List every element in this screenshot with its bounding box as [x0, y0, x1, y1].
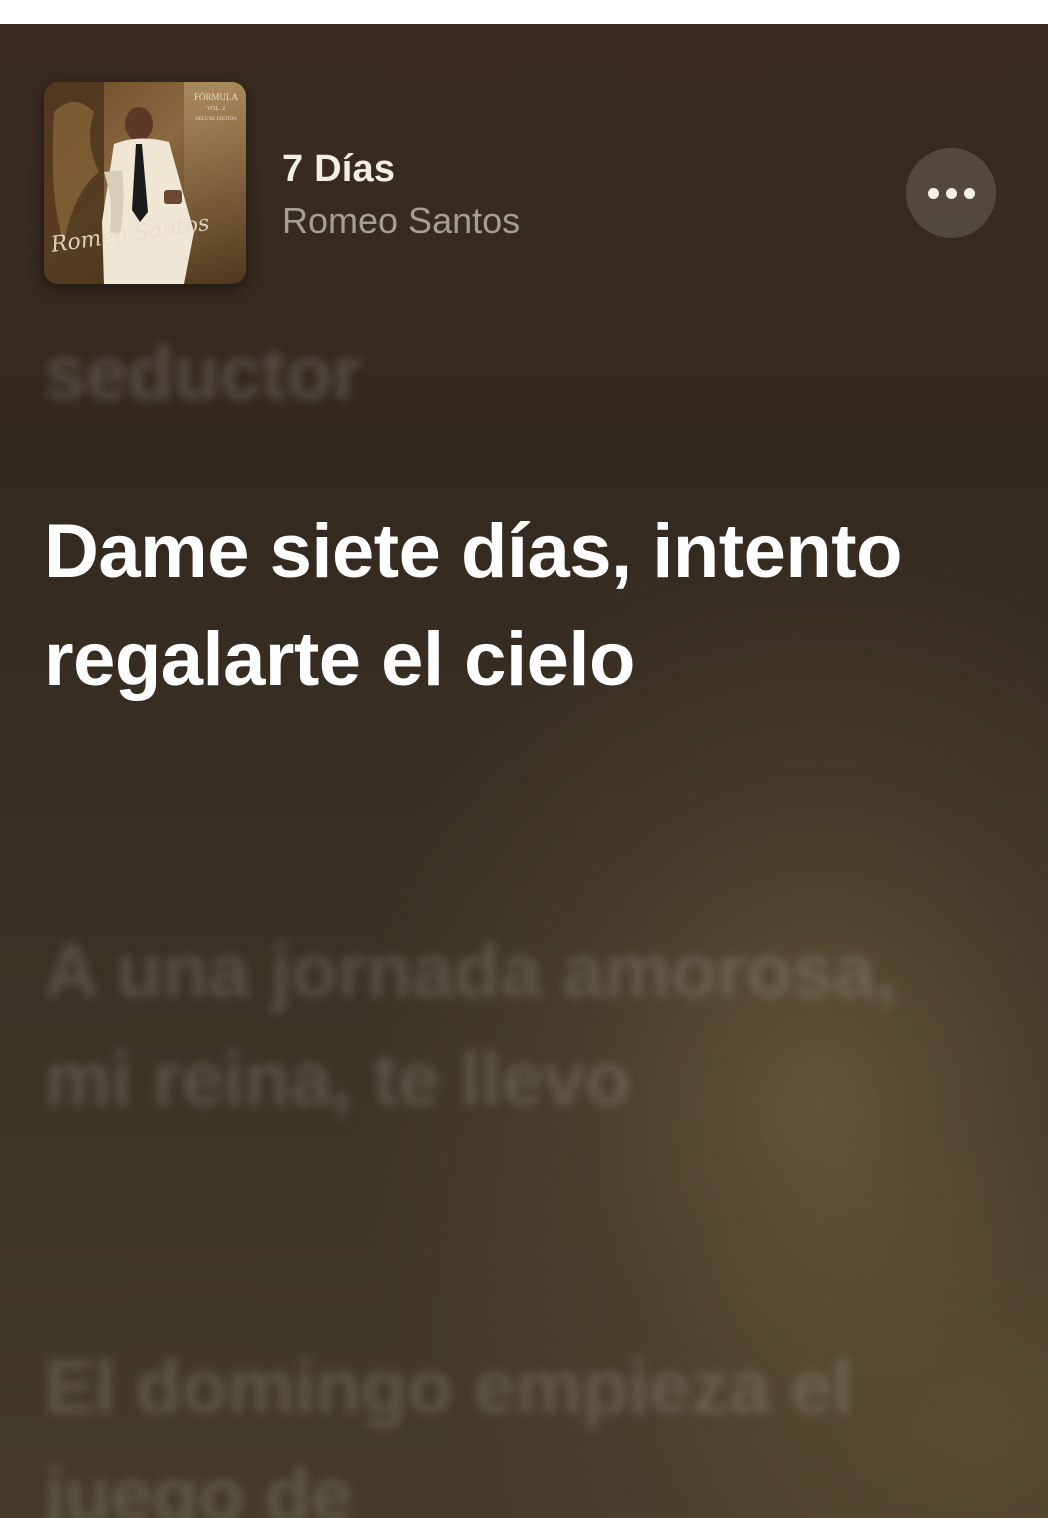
lyric-line-current[interactable]: Dame siete días, intento regalarte el ci…	[44, 498, 984, 714]
ellipsis-icon	[927, 187, 939, 199]
lyric-line-next[interactable]: El domingo empieza el juego de	[44, 1334, 984, 1518]
ellipsis-icon	[963, 187, 975, 199]
svg-text:VOL. 2: VOL. 2	[207, 106, 225, 112]
now-playing-header: FÓRMULA VOL. 2 DELUXE EDITION Romeo Sant…	[0, 24, 1048, 324]
track-artist[interactable]: Romeo Santos	[282, 200, 520, 242]
lyrics-screen: FÓRMULA VOL. 2 DELUXE EDITION Romeo Sant…	[0, 24, 1048, 1518]
track-title[interactable]: 7 Días	[282, 148, 395, 191]
more-options-button[interactable]	[906, 148, 996, 238]
svg-text:DELUXE EDITION: DELUXE EDITION	[195, 117, 237, 122]
svg-text:FÓRMULA: FÓRMULA	[194, 92, 239, 102]
lyric-line-next[interactable]: A una jornada amorosa, mi reina, te llev…	[44, 918, 984, 1134]
lyric-line-previous[interactable]: seductor	[44, 320, 984, 428]
album-artwork[interactable]: FÓRMULA VOL. 2 DELUXE EDITION Romeo Sant…	[44, 82, 246, 284]
ellipsis-icon	[945, 187, 957, 199]
